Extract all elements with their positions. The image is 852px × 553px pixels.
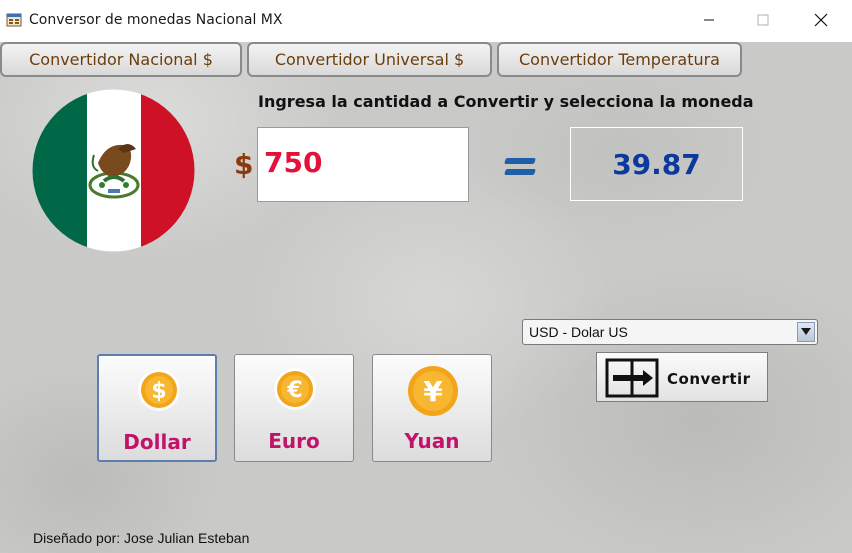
chevron-down-icon: [801, 328, 811, 335]
yuan-label: Yuan: [404, 429, 460, 453]
mexico-flag-icon: [32, 89, 195, 252]
yuan-coin-icon: ¥: [408, 366, 458, 416]
dollar-coin-icon: $: [138, 369, 180, 411]
convert-arrow-icon: [605, 358, 659, 398]
tab-label: Convertidor Temperatura: [519, 50, 720, 69]
currency-symbol: $: [234, 148, 254, 181]
tab-label: Convertidor Nacional $: [29, 50, 213, 69]
currency-select-value: USD - Dolar US: [529, 324, 628, 340]
euro-coin-icon: €: [274, 368, 316, 410]
maximize-icon: [757, 14, 769, 26]
instructions-heading: Ingresa la cantidad a Convertir y selecc…: [258, 92, 754, 111]
tab-convertidor-nacional[interactable]: Convertidor Nacional $: [0, 42, 242, 77]
dropdown-arrow-button[interactable]: [797, 322, 815, 342]
euro-label: Euro: [268, 429, 320, 453]
result-display: 39.87: [570, 127, 743, 201]
euro-button[interactable]: € Euro: [234, 354, 354, 462]
amount-input[interactable]: 750: [257, 127, 469, 202]
minimize-icon: [704, 19, 714, 21]
tab-convertidor-universal[interactable]: Convertidor Universal $: [247, 42, 492, 77]
yuan-coin-symbol: ¥: [423, 375, 443, 408]
convert-button-label: Convertir: [667, 370, 751, 388]
currency-select[interactable]: USD - Dolar US: [522, 319, 818, 345]
minimize-button[interactable]: [686, 4, 732, 36]
dollar-coin-symbol: $: [151, 379, 166, 404]
dollar-label: Dollar: [123, 430, 191, 454]
euro-coin-symbol: €: [286, 378, 302, 403]
maximize-button[interactable]: [740, 4, 786, 36]
yuan-button[interactable]: ¥ Yuan: [372, 354, 492, 462]
app-window: Conversor de monedas Nacional MX Convert…: [0, 0, 852, 553]
result-value: 39.87: [612, 147, 701, 181]
tab-label: Convertidor Universal $: [274, 50, 465, 69]
close-button[interactable]: [798, 4, 844, 36]
equals-icon: [504, 158, 536, 180]
footer-credit: Diseñado por: Jose Julian Esteban: [33, 530, 250, 546]
app-window-icon: [6, 13, 22, 27]
window-title: Conversor de monedas Nacional MX: [29, 12, 283, 28]
title-bar: Conversor de monedas Nacional MX: [0, 0, 852, 42]
dollar-button[interactable]: $ Dollar: [97, 354, 217, 462]
tab-convertidor-temperatura[interactable]: Convertidor Temperatura: [497, 42, 742, 77]
close-icon: [814, 13, 828, 27]
convert-button[interactable]: Convertir: [596, 352, 768, 402]
